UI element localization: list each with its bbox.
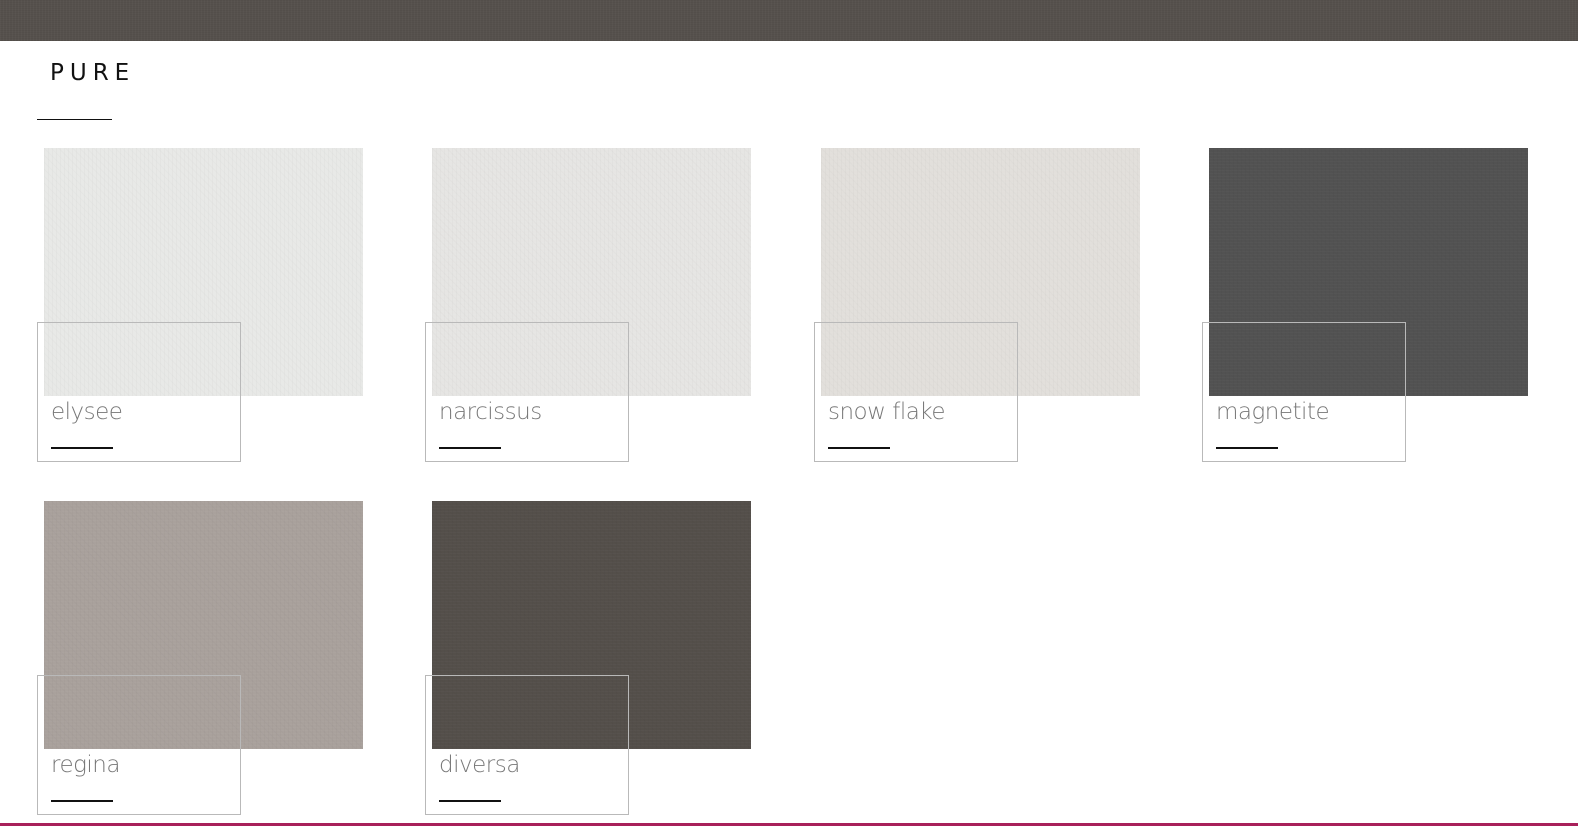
color-name-underline	[51, 447, 113, 449]
top-header-band	[0, 0, 1578, 41]
color-card-regina[interactable]: regina	[37, 501, 363, 819]
color-label-box: magnetite	[1202, 322, 1406, 462]
color-label-box: regina	[37, 675, 241, 815]
color-card-snow-flake[interactable]: snow flake	[814, 148, 1140, 466]
color-card-narcissus[interactable]: narcissus	[425, 148, 751, 466]
color-name[interactable]: diversa	[439, 750, 520, 780]
color-name-underline	[439, 800, 501, 802]
color-name[interactable]: narcissus	[439, 397, 542, 427]
section-title-underline	[37, 119, 112, 120]
color-label-box: diversa	[425, 675, 629, 815]
color-label-box: snow flake	[814, 322, 1018, 462]
color-name-underline	[1216, 447, 1278, 449]
color-card-magnetite[interactable]: magnetite	[1202, 148, 1528, 466]
section-title: PURE	[50, 60, 136, 86]
color-name-underline	[828, 447, 890, 449]
color-name[interactable]: regina	[51, 750, 120, 780]
color-card-elysee[interactable]: elysee	[37, 148, 363, 466]
color-name-underline	[439, 447, 501, 449]
color-label-box: narcissus	[425, 322, 629, 462]
color-name[interactable]: elysee	[51, 397, 123, 427]
color-name-underline	[51, 800, 113, 802]
color-card-diversa[interactable]: diversa	[425, 501, 751, 819]
color-name[interactable]: magnetite	[1216, 397, 1330, 427]
bottom-accent-line	[0, 823, 1578, 826]
color-name[interactable]: snow flake	[828, 397, 946, 427]
color-label-box: elysee	[37, 322, 241, 462]
